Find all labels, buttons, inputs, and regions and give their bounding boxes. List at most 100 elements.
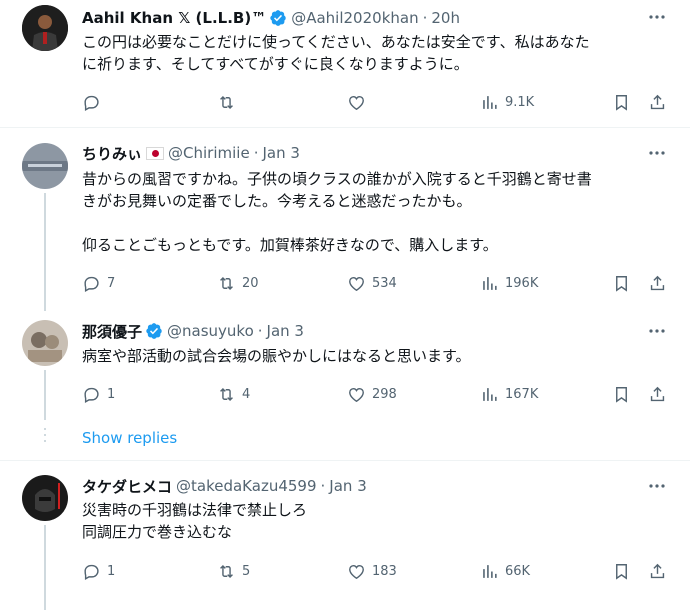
like-button[interactable]: 534 [347,272,397,294]
avatar[interactable] [22,5,68,51]
share-button[interactable] [648,272,667,294]
separator-dot: · [253,144,259,162]
author-name[interactable]: 那須優子 [82,321,142,342]
bookmark-button[interactable] [612,91,631,113]
avatar[interactable] [22,320,68,366]
reply-button[interactable] [82,91,107,113]
repost-button[interactable]: 20 [217,272,259,294]
author-handle[interactable]: @Aahil2020khan [291,9,418,27]
reply-button[interactable]: 1 [82,560,115,582]
like-count: 298 [372,386,397,402]
view-count: 167K [505,386,539,402]
bookmark-button[interactable] [612,383,631,405]
post-header: ちりみぃ @Chirimiie · Jan 3 [82,142,300,164]
author-handle[interactable]: @takedaKazu4599 [176,477,317,495]
action-bar: 1 5 183 66K [82,560,672,582]
views-chart-icon [483,387,497,401]
avatar[interactable] [22,143,68,189]
post-divider [0,460,690,461]
like-count: 534 [372,275,397,291]
bookmark-icon [616,275,627,292]
bookmark-button[interactable] [612,272,631,294]
more-options-icon[interactable] [646,6,668,28]
post-text-line: きがお見舞いの定番でした。今考えると迷惑だったかも。 [82,192,472,210]
repost-button[interactable] [217,91,242,113]
bookmark-icon [616,94,627,111]
author-name[interactable]: タケダヒメコ [82,476,172,497]
action-bar: 9.1K [82,91,672,113]
reply-icon [84,564,99,580]
like-button[interactable]: 298 [347,383,397,405]
post-time[interactable]: Jan 3 [329,477,366,495]
bookmark-icon [616,563,627,580]
post-text: 病室や部活動の試合会場の賑やかしにはなると思います。 [82,345,672,367]
repost-icon [220,276,233,290]
post-text-line: この円は必要なことだけに使ってください、あなたは安全です、私はあなた [82,33,590,51]
thread-dots [44,428,46,446]
views-chart-icon [483,95,497,109]
heart-icon [349,564,364,579]
show-replies-link[interactable]: Show replies [82,429,177,447]
repost-count: 4 [242,386,251,402]
reply-button[interactable]: 1 [82,383,115,405]
post-divider [0,127,690,128]
heart-icon [349,387,364,402]
avatar-image [22,475,68,521]
post-header: タケダヒメコ @takedaKazu4599 · Jan 3 [82,475,367,497]
views-button[interactable]: 167K [480,383,538,405]
separator-dot: · [422,9,428,27]
views-button[interactable]: 66K [480,560,530,582]
post-time[interactable]: 20h [431,9,460,27]
reply-button[interactable]: 7 [82,272,115,294]
share-icon [650,94,665,109]
like-button[interactable] [347,91,372,113]
reply-count: 1 [107,563,116,579]
post-header: 那須優子 @nasuyuko · Jan 3 [82,320,304,342]
bookmark-button[interactable] [612,560,631,582]
post-text: この円は必要なことだけに使ってください、あなたは安全です、私はあなた に祈ります… [82,31,672,75]
author-name[interactable]: Aahil Khan 𝕏 (L.L.B)™ [82,9,266,27]
share-icon [650,275,665,290]
author-handle[interactable]: @Chirimiie [168,144,250,162]
more-options-icon[interactable] [646,475,668,497]
repost-button[interactable]: 5 [217,560,250,582]
share-button[interactable] [648,91,667,113]
author-handle[interactable]: @nasuyuko [167,322,254,340]
thread-line [44,525,46,610]
post-text-line: 同調圧力で巻き込むな [82,523,233,541]
views-button[interactable]: 9.1K [480,91,534,113]
separator-dot: · [320,477,326,495]
views-chart-icon [483,564,497,578]
author-name[interactable]: ちりみぃ [82,143,142,164]
more-options-icon[interactable] [646,320,668,342]
post-text: 昔からの風習ですかね。子供の頃クラスの誰かが入院すると千羽鶴と寄せ書 きがお見舞… [82,168,672,256]
avatar-image [22,143,68,189]
avatar-image [22,5,68,51]
reply-icon [84,387,99,403]
repost-icon [220,564,233,578]
views-button[interactable]: 196K [480,272,538,294]
post-text-line: 災害時の千羽鶴は法律で禁止しろ [82,501,308,519]
view-count: 196K [505,275,539,291]
avatar[interactable] [22,475,68,521]
post-time[interactable]: Jan 3 [267,322,304,340]
repost-count: 5 [242,563,251,579]
views-chart-icon [483,276,497,290]
post-text-line: 仰ることごもっともです。加賀棒茶好きなので、購入します。 [82,236,498,254]
reply-icon [84,276,99,292]
post-text-line [82,212,672,234]
share-button[interactable] [648,560,667,582]
repost-button[interactable]: 4 [217,383,250,405]
verified-badge-icon [270,10,286,26]
share-button[interactable] [648,383,667,405]
repost-icon [220,387,233,401]
japan-flag-icon [146,146,165,160]
reply-count: 1 [107,386,116,402]
post-time[interactable]: Jan 3 [262,144,299,162]
view-count: 9.1K [505,94,535,110]
like-button[interactable]: 183 [347,560,397,582]
heart-icon [349,95,364,110]
more-options-icon[interactable] [646,142,668,164]
reply-icon [84,95,99,111]
repost-count: 20 [242,275,259,291]
